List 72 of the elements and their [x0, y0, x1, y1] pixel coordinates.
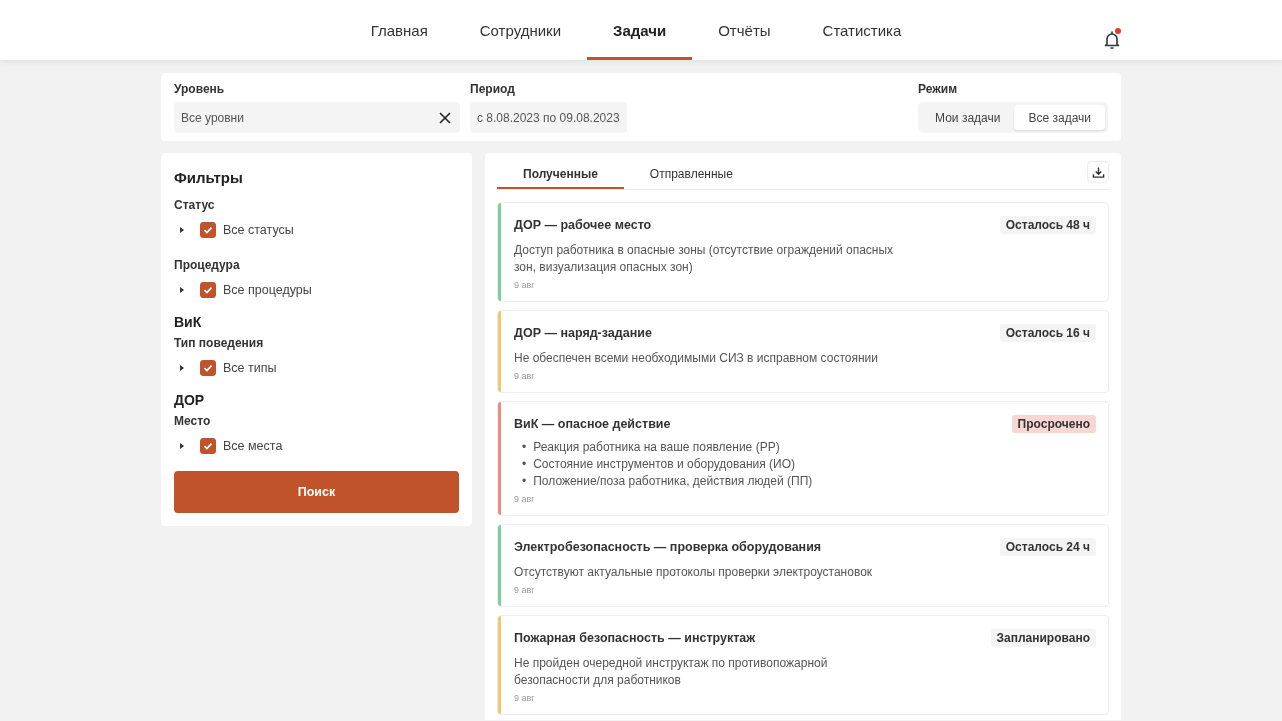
status-tag: Осталось 16 ч: [999, 324, 1096, 342]
list-item: Состояние инструментов и оборудования (ИО): [533, 456, 796, 473]
download-button[interactable]: [1087, 161, 1109, 183]
nav-tab[interactable]: Статистика: [796, 0, 928, 60]
bullet-mark: •: [522, 439, 527, 456]
list-item: Реакция работника на ваше появление (РР): [533, 439, 780, 456]
task-card[interactable]: ВиК — опасное действие Просрочено • Реакция работника на ваше появление (РР) • Состояние инструментов и оборудования (ИО) • Положение/поза работника, действия людей (ПП) 9 авг: [497, 401, 1109, 516]
task-title: ВиК — опасное действие: [514, 416, 671, 431]
download-icon: [1091, 165, 1105, 179]
section-heading: ДОР: [174, 392, 206, 408]
task-description: Доступ работника в опасные зоны (отсутствие ограждений опасных зон, визуализация опасных зон): [514, 242, 895, 276]
task-title: ДОР — наряд-задание: [514, 325, 652, 340]
task-title: Электробезопасность — проверка оборудования: [514, 539, 822, 554]
list-item: Положение/поза работника, действия людей (ПП): [533, 473, 813, 490]
expand-caret-icon[interactable]: [180, 443, 184, 449]
field-label: Период: [470, 82, 516, 96]
task-date: 9 авг: [514, 585, 536, 595]
check-icon: [202, 362, 214, 374]
task-date: 9 авг: [514, 280, 536, 290]
mode-option[interactable]: Мои задачи: [921, 105, 1015, 130]
task-description: Отсутствуют актуальные протоколы проверки электроустановок: [514, 564, 874, 581]
checkbox[interactable]: [200, 438, 216, 454]
expand-caret-icon[interactable]: [180, 365, 184, 371]
expand-caret-icon[interactable]: [180, 227, 184, 233]
status-tag: Просрочено: [1011, 415, 1096, 433]
checkbox-label: Все процедуры: [223, 283, 312, 297]
checkbox[interactable]: [200, 222, 216, 238]
task-card[interactable]: Пожарная безопасность — инструктаж Запланировано Не пройден очередной инструктаж по противопожарной безопасности для работников 9 авг: [497, 615, 1109, 715]
checkbox-label: Все места: [223, 439, 283, 453]
field-label: Режим: [918, 82, 959, 96]
status-tag: Осталось 24 ч: [999, 538, 1096, 556]
nav-tab[interactable]: Сотрудники: [453, 0, 587, 60]
expand-caret-icon[interactable]: [180, 287, 184, 293]
check-icon: [202, 440, 214, 452]
task-title: Пожарная безопасность — инструктаж: [514, 630, 756, 645]
mode-option[interactable]: Все задачи: [1014, 105, 1105, 130]
status-tag: Запланировано: [990, 629, 1096, 647]
section-heading: ВиК: [174, 314, 203, 330]
task-title: ДОР — рабочее место: [514, 217, 652, 232]
task-description: Не обеспечен всеми необходимыми СИЗ в исправном состоянии: [514, 350, 879, 367]
checkbox-label: Все типы: [223, 361, 277, 375]
checkbox[interactable]: [200, 360, 216, 376]
clear-icon[interactable]: [439, 111, 451, 124]
period-field[interactable]: с 8.08.2023 по 09.08.2023: [470, 102, 627, 133]
checkbox-label: Все статусы: [223, 223, 294, 237]
bullet-mark: •: [522, 456, 527, 473]
nav-tab[interactable]: Отчёты: [692, 0, 797, 60]
task-date: 9 авг: [514, 693, 536, 703]
tab[interactable]: Полученные: [497, 167, 624, 189]
nav-tab[interactable]: Задачи: [587, 0, 693, 60]
status-tag: Осталось 48 ч: [999, 216, 1096, 234]
task-card[interactable]: Электробезопасность — проверка оборудования Осталось 24 ч Отсутствуют актуальные протоколы проверки электроустановок 9 авг: [497, 524, 1109, 607]
filter-label: Процедура: [174, 258, 241, 272]
field-label: Уровень: [174, 82, 226, 96]
filter-label: Место: [174, 414, 212, 428]
task-card[interactable]: ДОР — рабочее место Осталось 48 ч Доступ работника в опасные зоны (отсутствие ограждений опасных зон, визуализация опасных зон) 9 авг: [497, 202, 1109, 302]
task-date: 9 авг: [514, 371, 536, 381]
task-description: Не пройден очередной инструктаж по противопожарной безопасности для работников: [514, 655, 829, 689]
nav-tab[interactable]: Главная: [344, 0, 454, 60]
bullet-mark: •: [522, 473, 527, 490]
checkbox[interactable]: [200, 282, 216, 298]
filter-label: Тип поведения: [174, 336, 265, 350]
level-select[interactable]: Все уровни: [174, 102, 460, 133]
search-button[interactable]: Поиск: [174, 471, 459, 513]
tab[interactable]: Отправленные: [623, 167, 759, 189]
task-card[interactable]: ДОР — наряд-задание Осталось 16 ч Не обеспечен всеми необходимыми СИЗ в исправном состоянии 9 авг: [497, 310, 1109, 393]
check-icon: [202, 284, 214, 296]
bell-icon: [1103, 29, 1121, 50]
panel-title: Фильтры: [174, 169, 244, 186]
filter-label: Статус: [174, 198, 216, 212]
task-date: 9 авг: [514, 494, 536, 504]
check-icon: [202, 224, 214, 236]
